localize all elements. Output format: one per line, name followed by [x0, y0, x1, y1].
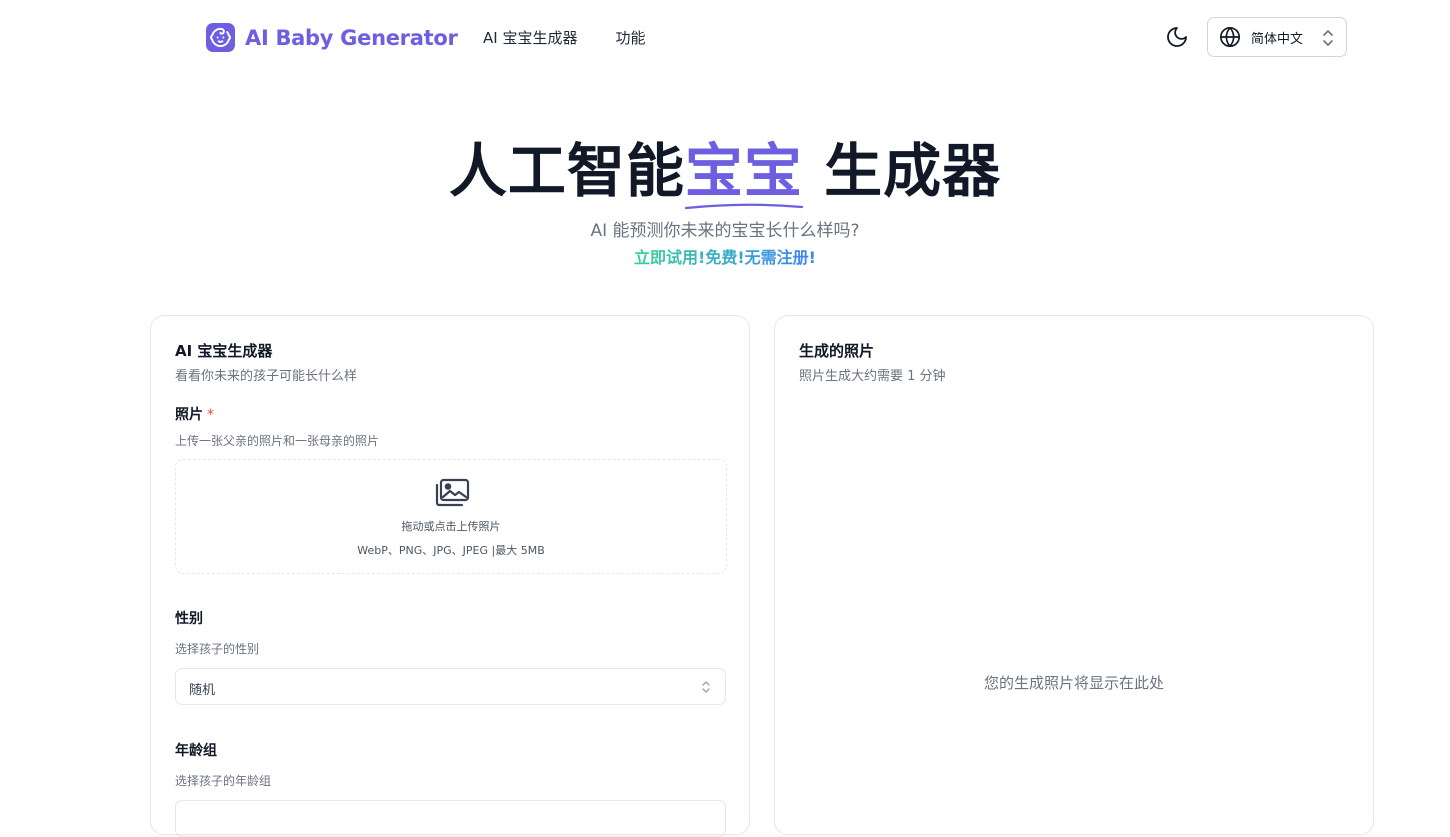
hero-title-accent-text: 宝宝 [684, 137, 803, 205]
hero-subtitle: AI 能预测你未来的宝宝长什么样吗? [590, 221, 860, 241]
hero-title-part1: 人工智能 [448, 137, 685, 205]
generator-card: AI 宝宝生成器 看看你未来的孩子可能长什么样 照片 * 上传一张父亲的照片和一张… [150, 315, 750, 837]
underline-decoration [684, 203, 803, 210]
required-mark: * [207, 407, 214, 423]
result-placeholder: 您的生成照片将显示在此处 [983, 674, 1164, 692]
logo-link[interactable]: AI Baby Generator [206, 23, 458, 52]
dropzone-formats: WebP、PNG、JPG、JPEG |最大 5MB [357, 544, 545, 557]
language-select[interactable]: 简体中文 [1207, 17, 1347, 57]
photo-help: 上传一张父亲的照片和一张母亲的照片 [175, 434, 380, 448]
language-label: 简体中文 [1251, 31, 1304, 47]
photo-label: 照片 * [175, 404, 214, 424]
dropzone-text: 拖动或点击上传照片 [401, 520, 501, 533]
photo-label-text: 照片 [175, 407, 203, 423]
generator-card-title: AI 宝宝生成器 [175, 342, 273, 360]
logo-text: AI Baby Generator [245, 25, 458, 50]
result-card-description: 照片生成大约需要 1 分钟 [799, 369, 946, 384]
hero-title-accent: 宝宝 [684, 124, 803, 210]
age-group-help: 选择孩子的年龄组 [175, 774, 272, 788]
gender-label: 性别 [175, 611, 203, 627]
nav-item-baby-generator[interactable]: AI 宝宝生成器 [483, 27, 577, 48]
dark-mode-toggle[interactable] [1165, 25, 1189, 49]
generator-card-description: 看看你未来的孩子可能长什么样 [175, 369, 358, 384]
age-group-label: 年龄组 [175, 743, 217, 759]
result-card: 生成的照片 照片生成大约需要 1 分钟 您的生成照片将显示在此处 [774, 315, 1374, 835]
chevron-up-down-icon [702, 681, 710, 693]
main-nav: AI 宝宝生成器 功能 [483, 27, 645, 48]
hero-title-part2: 生成器 [802, 137, 1002, 205]
hero-cta-text: 立即试用!免费!无需注册! [634, 248, 816, 267]
site-header: AI Baby Generator AI 宝宝生成器 功能 简体中文 [0, 0, 1450, 74]
nav-item-features[interactable]: 功能 [615, 27, 645, 48]
hero-cta: 立即试用!免费!无需注册! [0, 244, 1450, 268]
globe-icon [1220, 27, 1240, 47]
photos-icon [435, 478, 470, 507]
baby-face-icon [206, 23, 235, 52]
hero-title: 人工智能宝宝 生成器 [0, 124, 1450, 210]
chevron-up-down-icon [1323, 30, 1333, 46]
gender-help: 选择孩子的性别 [175, 642, 260, 656]
age-group-select[interactable] [175, 800, 726, 837]
moon-icon [1167, 27, 1187, 47]
result-card-title: 生成的照片 [799, 342, 875, 360]
gender-select-value: 随机 [189, 683, 216, 698]
gender-select[interactable]: 随机 [175, 668, 726, 705]
photo-dropzone[interactable]: 拖动或点击上传照片 WebP、PNG、JPG、JPEG |最大 5MB [175, 459, 727, 574]
